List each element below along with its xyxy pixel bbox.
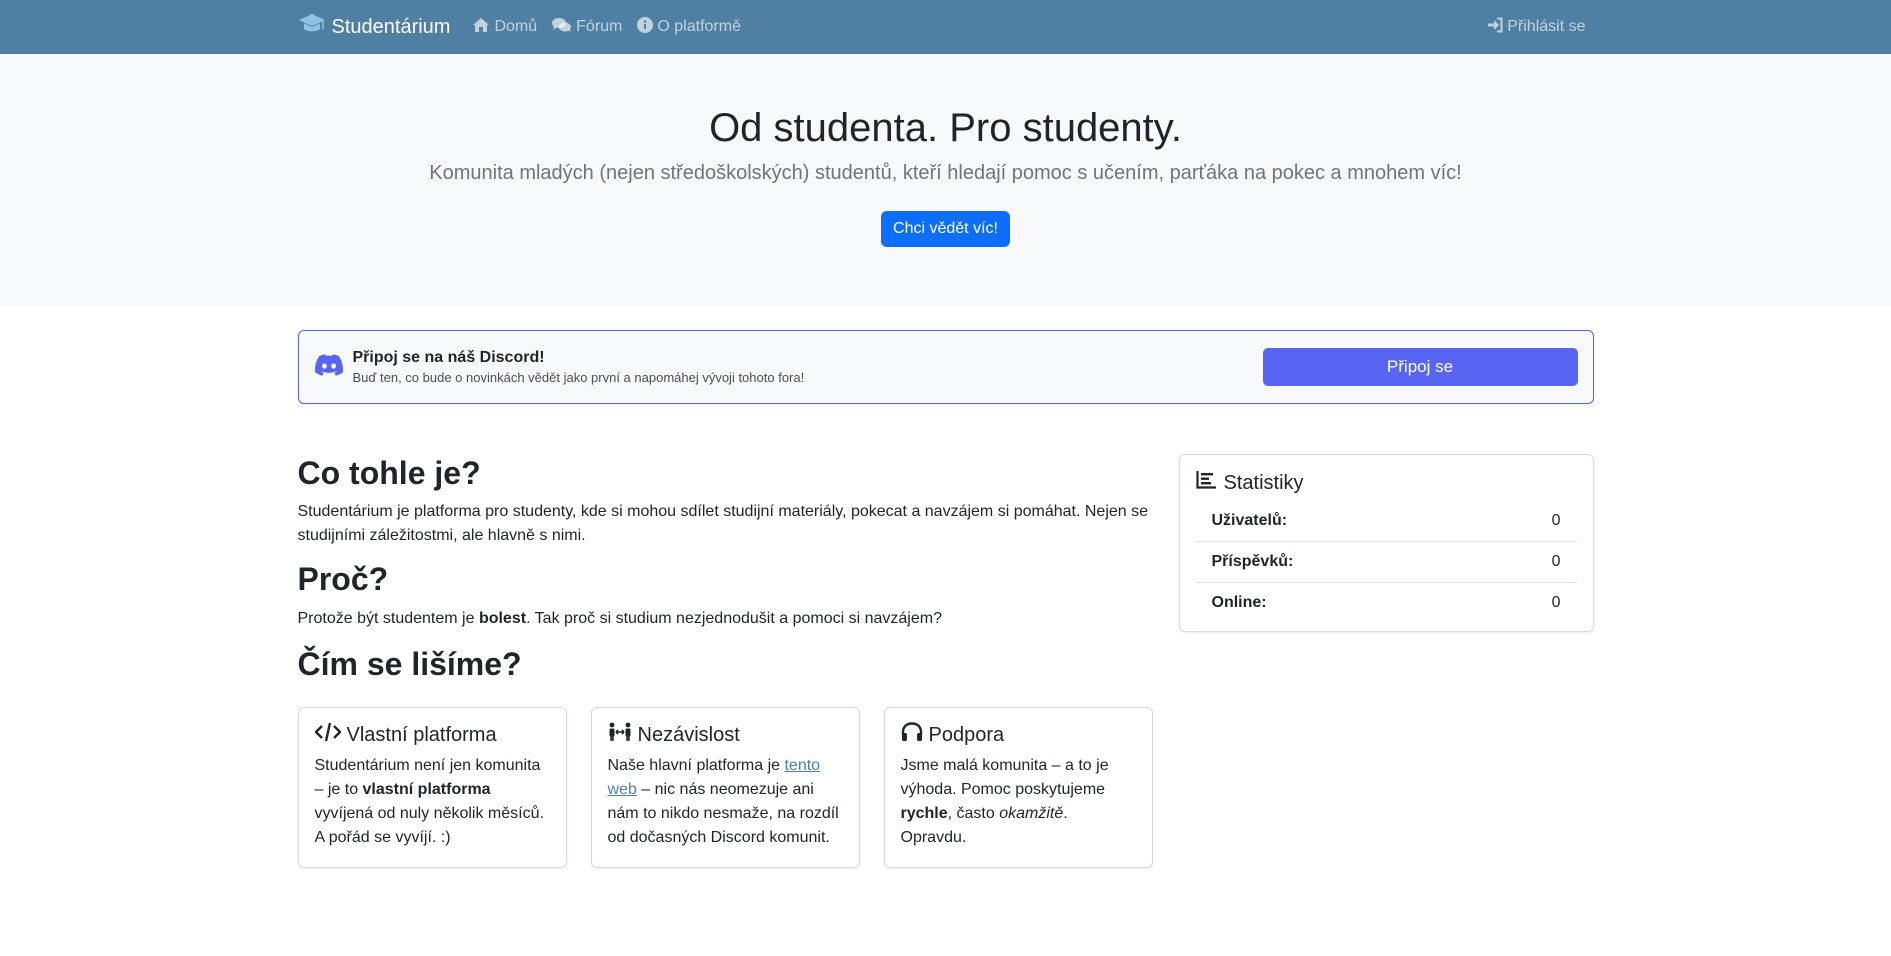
- learn-more-button[interactable]: Chci vědět víc!: [881, 211, 1010, 247]
- info-circle-icon: [637, 16, 657, 38]
- features-row: Vlastní platforma Studentárium není jen …: [297, 707, 1154, 869]
- comments-icon: [552, 17, 576, 38]
- stats-row-online: Online: 0: [1211, 594, 1561, 611]
- brand-link[interactable]: Studentárium: [298, 13, 451, 41]
- hero-section: Od studenta. Pro studenty. Komunita mlad…: [0, 54, 1891, 306]
- feature-card-independence: Nezávislost Naše hlavní platforma je ten…: [590, 707, 860, 869]
- discord-icon: [314, 353, 343, 381]
- code-icon: [313, 722, 347, 748]
- feature-title: Nezávislost: [608, 722, 843, 748]
- why-heading: Proč?: [297, 561, 389, 598]
- graduation-cap-icon: [298, 13, 332, 41]
- feature-card-support: Podpora Jsme malá komunita – a to je výh…: [883, 707, 1153, 869]
- nav-link-forum[interactable]: Fórum: [552, 17, 622, 38]
- stats-title: Statistiky: [1195, 471, 1577, 495]
- hero-subtitle: Komunita mladých (nejen středoškolských)…: [429, 162, 1462, 184]
- home-icon: [472, 17, 494, 38]
- hero-title: Od studenta. Pro studenty.: [709, 106, 1182, 150]
- feature-title: Podpora: [901, 722, 1136, 748]
- stats-row-posts: Příspěvků: 0: [1195, 542, 1577, 583]
- chart-bar-icon: [1195, 471, 1224, 495]
- nav-link-label: Domů: [494, 18, 538, 35]
- stats-row-users: Uživatelů: 0: [1195, 501, 1577, 542]
- discord-title: Připoj se na náš Discord!: [352, 349, 545, 366]
- feature-text: Jsme malá komunita – a to je výhoda. Pom…: [900, 757, 1109, 847]
- login-label: Přihlásit se: [1507, 18, 1586, 35]
- why-text: Protože být studentem je bolest. Tak pro…: [297, 609, 942, 627]
- feature-text: Naše hlavní platforma je tento web – nic…: [607, 757, 839, 847]
- discord-banner: Připoj se na náš Discord! Buď ten, co bu…: [297, 330, 1594, 404]
- sign-in-icon: [1487, 17, 1507, 38]
- differ-heading: Čím se lišíme?: [297, 645, 522, 682]
- nav-link-about[interactable]: O platformě: [637, 16, 741, 38]
- main-content: Co tohle je? Studentárium je platforma p…: [297, 454, 1154, 869]
- about-heading: Co tohle je?: [297, 455, 481, 491]
- about-text: Studentárium je platforma pro studenty, …: [297, 503, 1149, 545]
- feature-text: Studentárium není jen komunita – je to v…: [314, 757, 544, 847]
- nav-link-label: O platformě: [657, 18, 741, 35]
- sidebar: Statistiky Uživatelů: 0 Příspěvků: 0 Onl…: [1178, 454, 1594, 868]
- brand-name: Studentárium: [331, 15, 451, 38]
- headphones-icon: [901, 722, 929, 748]
- discord-text: Připoj se na náš Discord! Buď ten, co bu…: [353, 349, 1263, 385]
- discord-subtitle: Buď ten, co bude o novinkách vědět jako …: [352, 370, 805, 385]
- nav-link-home[interactable]: Domů: [472, 17, 537, 38]
- join-discord-button[interactable]: Připoj se: [1262, 348, 1578, 386]
- login-link[interactable]: Přihlásit se: [1487, 17, 1586, 38]
- why-bold: bolest: [478, 609, 527, 627]
- stats-card: Statistiky Uživatelů: 0 Příspěvků: 0 Onl…: [1178, 454, 1594, 632]
- navbar: Studentárium Domů Fórum O platformě Přih…: [0, 0, 1891, 54]
- feature-card-platform: Vlastní platforma Studentárium není jen …: [297, 707, 567, 869]
- people-arrows-icon: [608, 722, 638, 748]
- feature-title: Vlastní platforma: [313, 722, 550, 748]
- nav-link-label: Fórum: [576, 18, 623, 35]
